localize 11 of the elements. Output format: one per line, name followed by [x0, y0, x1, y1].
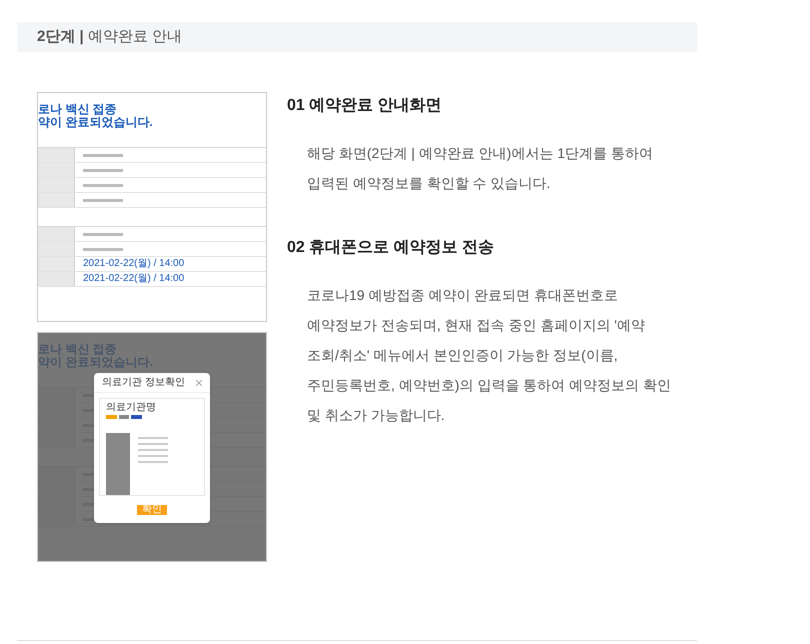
- section-description: 해당 화면(2단계 | 예약완료 안내)에서는 1단계를 통하여 입력된 예약정보를 확인할 수 있습니다.: [306, 144, 654, 193]
- section-description: 코로나19 예방접종 예약이 완료되면 휴대폰번호로 예약정보가 전송되며, 현재 접속 중인 홈페이지의 '예약 조회/취소' 메뉴에서 본인인증이 가능한 정보(이름, 주민등록번호, 예약번호)의 입력을 통하여 예약정보의 확인 및 취소가 가능합니다.: [306, 286, 671, 425]
- section-heading: 02 휴대폰으로 예약정보 전송: [287, 238, 496, 258]
- confirmation-title: 약이 완료되었습니다.: [38, 116, 154, 129]
- step-title: 2단계 | 예약완료 안내: [37, 26, 182, 47]
- date-text: 2021-02-22(월) / 14:00: [83, 274, 184, 284]
- date-text: 2021-02-22(월) / 14:00: [83, 259, 184, 269]
- institution-name: 의료기관명: [106, 403, 157, 413]
- modal-title: 의료기관 정보확인: [102, 378, 185, 388]
- section-heading: 01 예약완료 안내화면: [287, 96, 443, 116]
- confirmation-title: 로나 백신 접종: [38, 103, 118, 116]
